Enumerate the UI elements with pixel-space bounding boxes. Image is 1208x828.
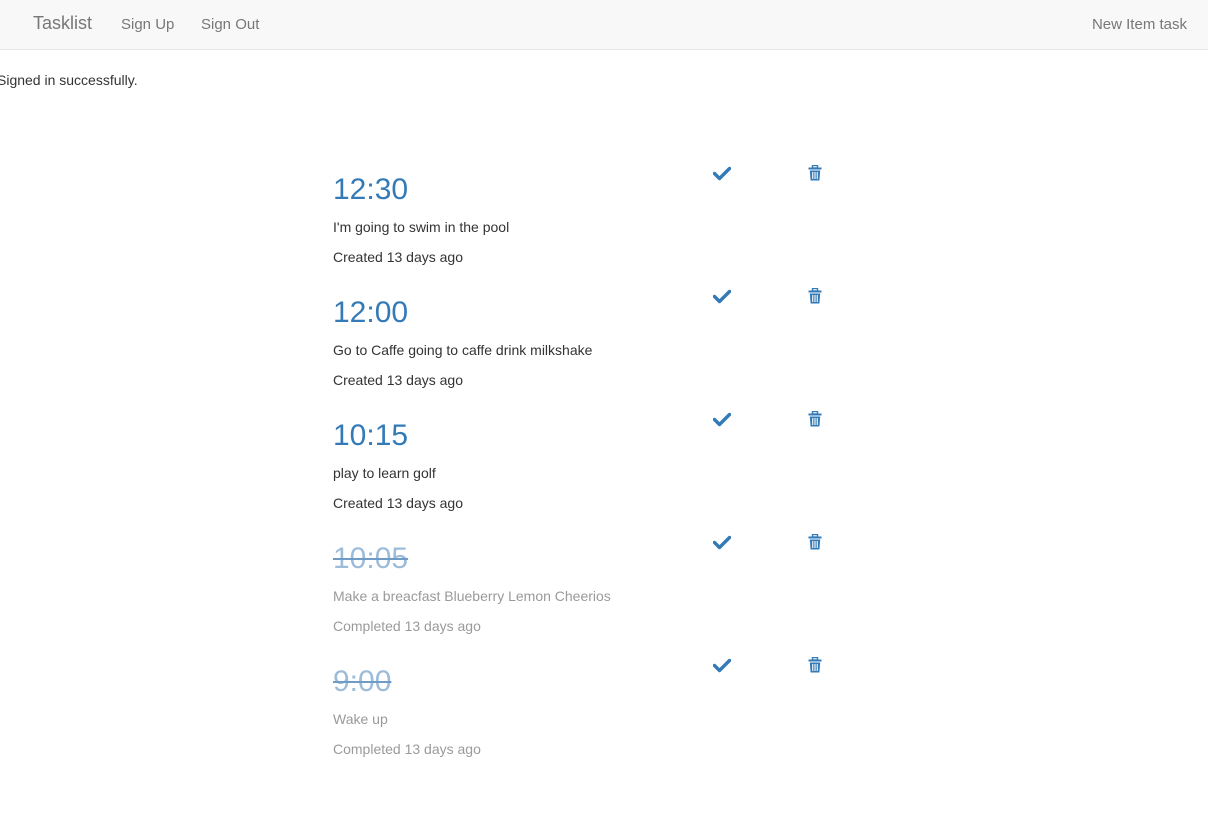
task-title: play to learn golf xyxy=(333,465,436,481)
trash-icon xyxy=(808,534,822,550)
delete-button[interactable] xyxy=(804,408,826,430)
task-title: Wake up xyxy=(333,711,388,727)
trash-icon xyxy=(808,288,822,304)
trash-icon xyxy=(808,165,822,181)
task-status: Created 13 days ago xyxy=(333,372,463,388)
flash-notice: Signed in successfully. xyxy=(0,72,138,88)
delete-button[interactable] xyxy=(804,162,826,184)
trash-icon xyxy=(808,411,822,427)
brand-link[interactable]: Tasklist xyxy=(33,13,92,34)
task-title: Make a breacfast Blueberry Lemon Cheerio… xyxy=(333,588,611,604)
task-title: Go to Caffe going to caffe drink milksha… xyxy=(333,342,593,358)
new-item-task-link[interactable]: New Item task xyxy=(1092,16,1187,33)
check-icon xyxy=(713,658,731,672)
delete-button[interactable] xyxy=(804,654,826,676)
check-icon xyxy=(713,535,731,549)
task-item-completed: 10:05 Make a breacfast Blueberry Lemon C… xyxy=(333,534,853,665)
task-status: Created 13 days ago xyxy=(333,495,463,511)
trash-icon xyxy=(808,657,822,673)
task-status: Completed 13 days ago xyxy=(333,618,481,634)
task-time-link[interactable]: 10:15 xyxy=(333,419,408,453)
task-item: 12:00 Go to Caffe going to caffe drink m… xyxy=(333,288,853,419)
delete-button[interactable] xyxy=(804,285,826,307)
task-item: 12:30 I'm going to swim in the pool Crea… xyxy=(333,165,853,296)
complete-button[interactable] xyxy=(711,654,733,676)
complete-button[interactable] xyxy=(711,531,733,553)
complete-button[interactable] xyxy=(711,408,733,430)
task-time-link[interactable]: 9:00 xyxy=(333,665,391,699)
task-item: 10:15 play to learn golf Created 13 days… xyxy=(333,411,853,542)
check-icon xyxy=(713,412,731,426)
complete-button[interactable] xyxy=(711,162,733,184)
check-icon xyxy=(713,289,731,303)
sign-up-link[interactable]: Sign Up xyxy=(121,16,174,33)
task-item-completed: 9:00 Wake up Completed 13 days ago xyxy=(333,657,853,788)
task-time-link[interactable]: 12:30 xyxy=(333,173,408,207)
complete-button[interactable] xyxy=(711,285,733,307)
task-time-link[interactable]: 10:05 xyxy=(333,542,408,576)
task-status: Completed 13 days ago xyxy=(333,741,481,757)
task-title: I'm going to swim in the pool xyxy=(333,219,510,235)
delete-button[interactable] xyxy=(804,531,826,553)
task-time-link[interactable]: 12:00 xyxy=(333,296,408,330)
check-icon xyxy=(713,166,731,180)
task-status: Created 13 days ago xyxy=(333,249,463,265)
sign-out-link[interactable]: Sign Out xyxy=(201,16,259,33)
navbar: Tasklist Sign Up Sign Out New Item task xyxy=(0,0,1208,50)
